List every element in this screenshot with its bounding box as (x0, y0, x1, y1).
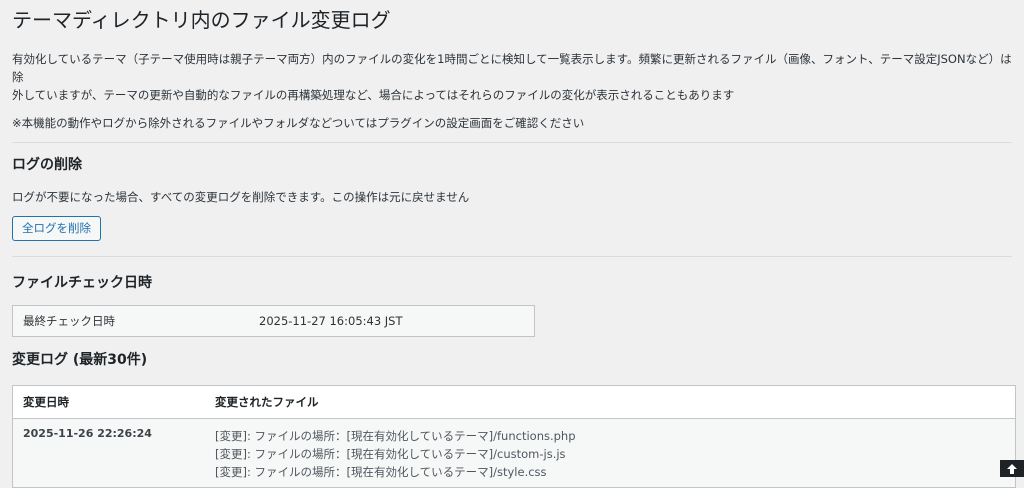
page-description: 有効化しているテーマ（子テーマ使用時は親子テーマ両方）内のファイルの変化を1時間… (12, 50, 1012, 104)
check-section: ファイルチェック日時 最終チェック日時 2025-11-27 16:05:43 … (12, 273, 1012, 337)
table-row: 2025-11-26 22:26:24 [変更]: ファイルの場所：[現在有効化… (12, 418, 1016, 488)
description-line-1: 有効化しているテーマ（子テーマ使用時は親子テーマ両方）内のファイルの変化を1時間… (12, 52, 1012, 84)
check-heading: ファイルチェック日時 (12, 275, 152, 291)
row-date: 2025-11-26 22:26:24 (12, 418, 205, 488)
change-log-table: 変更日時 変更されたファイル 2025-11-26 22:26:24 [変更]:… (12, 385, 1016, 488)
arrow-up-icon (1007, 463, 1017, 474)
delete-heading: ログの削除 (12, 157, 82, 173)
changed-file: [変更]: ファイルの場所：[現在有効化しているテーマ]/style.css (215, 465, 547, 479)
divider (12, 142, 1012, 143)
divider (12, 256, 1012, 257)
last-check-label: 最終チェック日時 (23, 314, 115, 328)
column-header-files: 変更されたファイル (205, 385, 1016, 419)
description-line-2: 外していますが、テーマの更新や自動的なファイルの再構築処理など、場合によってはそ… (12, 88, 735, 102)
last-check-box: 最終チェック日時 2025-11-27 16:05:43 JST (12, 305, 535, 337)
page-content: テーマディレクトリ内のファイル変更ログ 有効化しているテーマ（子テーマ使用時は親… (0, 0, 1024, 488)
page-title: テーマディレクトリ内のファイル変更ログ (12, 8, 391, 32)
delete-all-logs-button[interactable]: 全ログを削除 (12, 216, 101, 241)
column-header-date: 変更日時 (12, 385, 205, 419)
log-heading: 変更ログ (最新30件) (12, 352, 148, 368)
changed-file: [変更]: ファイルの場所：[現在有効化しているテーマ]/functions.p… (215, 429, 576, 443)
settings-note: ※本機能の動作やログから除外されるファイルやフォルダなどついてはプラグインの設定… (12, 116, 585, 130)
delete-section: ログの削除 ログが不要になった場合、すべての変更ログを削除できます。この操作は元… (12, 155, 1012, 241)
scroll-to-top-button[interactable] (1000, 460, 1024, 477)
last-check-value: 2025-11-27 16:05:43 JST (259, 314, 403, 328)
delete-description: ログが不要になった場合、すべての変更ログを削除できます。この操作は元に戻せません (12, 190, 470, 204)
row-files: [変更]: ファイルの場所：[現在有効化しているテーマ]/functions.p… (205, 418, 1016, 488)
changed-file: [変更]: ファイルの場所：[現在有効化しているテーマ]/custom-js.j… (215, 447, 566, 461)
table-header-row: 変更日時 変更されたファイル (12, 385, 1016, 419)
log-section: 変更ログ (最新30件) 変更日時 変更されたファイル 2025-11-26 2… (12, 350, 1016, 488)
